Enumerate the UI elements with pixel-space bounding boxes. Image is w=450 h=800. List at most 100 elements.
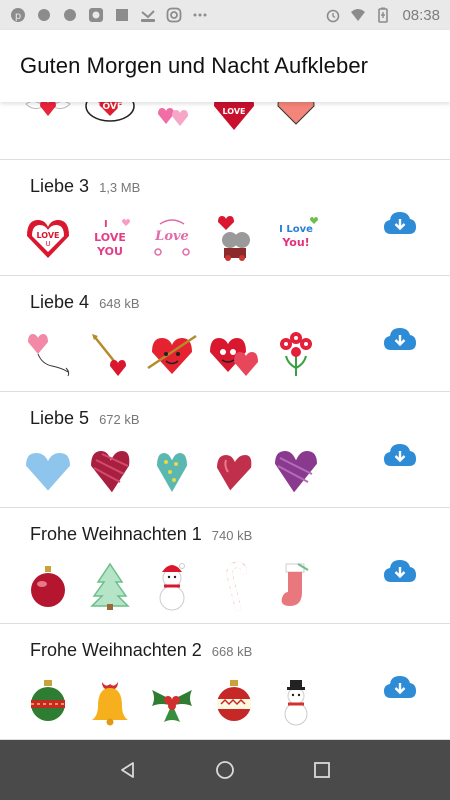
pinterest-icon: p bbox=[11, 8, 25, 22]
dotted-teal-heart-sticker bbox=[146, 444, 198, 496]
striped-heart-sticker bbox=[84, 444, 136, 496]
i-love-you-sticker: I LOVE YOU bbox=[84, 212, 136, 264]
pack-name: Liebe 5 bbox=[30, 408, 90, 428]
download-icon[interactable] bbox=[383, 442, 417, 468]
missed-call-icon bbox=[141, 10, 155, 22]
more-icon bbox=[193, 13, 207, 17]
app-bar: Guten Morgen und Nacht Aufkleber bbox=[0, 30, 450, 102]
dot-icon bbox=[64, 9, 76, 21]
svg-text:U: U bbox=[45, 240, 50, 248]
love-u-heart-sticker: LOVE U bbox=[22, 212, 74, 264]
red-ornament-sticker bbox=[208, 676, 260, 728]
stocking-sticker bbox=[270, 560, 322, 612]
svg-text:p: p bbox=[15, 11, 21, 22]
pack-header: Liebe 5 672 kB bbox=[30, 408, 140, 429]
pack-header: Frohe Weihnachten 1 740 kB bbox=[30, 524, 252, 545]
pack-size: 1,3 MB bbox=[99, 180, 141, 195]
winged-heart-sticker bbox=[22, 102, 74, 134]
sticker-preview-row bbox=[22, 444, 322, 496]
gallery-icon bbox=[89, 8, 103, 22]
notification-icons: p bbox=[10, 7, 208, 23]
instagram-icon bbox=[166, 7, 182, 23]
home-icon bbox=[216, 761, 234, 779]
battery-icon bbox=[378, 7, 389, 23]
svg-text:LOVE: LOVE bbox=[222, 107, 245, 116]
navigation-bar bbox=[0, 740, 450, 800]
pack-header: Liebe 4 648 kB bbox=[30, 292, 140, 313]
heart-arrow-sticker bbox=[146, 328, 198, 380]
download-icon[interactable] bbox=[383, 102, 417, 104]
sticker-pack-row[interactable]: Liebe 5 672 kB bbox=[0, 392, 450, 508]
pack-name: Frohe Weihnachten 1 bbox=[30, 524, 202, 544]
snowman-hat-sticker bbox=[270, 676, 322, 728]
christmas-tree-sticker bbox=[84, 560, 136, 612]
pink-heart-sticker bbox=[208, 444, 260, 496]
pink-heart-sticker bbox=[270, 102, 322, 134]
home-button[interactable] bbox=[210, 755, 240, 785]
pack-header: Frohe Weihnachten 2 668 kB bbox=[30, 640, 252, 661]
back-icon bbox=[121, 762, 135, 778]
svg-text:Love: Love bbox=[154, 229, 189, 244]
svg-text:LOVE: LOVE bbox=[36, 231, 59, 240]
sticker-pack-list[interactable]: LOVE LOVE LOVE Liebe 3 1,3 MB LOVEU ILOV… bbox=[0, 102, 450, 740]
download-icon[interactable] bbox=[383, 326, 417, 352]
holly-sticker bbox=[146, 676, 198, 728]
pack-header: Liebe 3 1,3 MB bbox=[30, 176, 140, 197]
sticker-preview-row bbox=[22, 560, 322, 612]
status-bar: p 08:38 bbox=[0, 0, 450, 30]
heart-balloon-sticker bbox=[22, 328, 74, 380]
smiling-hearts-sticker bbox=[208, 328, 260, 380]
red-flowers-sticker bbox=[270, 328, 322, 380]
bell-sticker bbox=[84, 676, 136, 728]
love-heart-couple-sticker: LOVE bbox=[208, 102, 260, 134]
sticker-pack-row[interactable]: Liebe 4 648 kB bbox=[0, 276, 450, 392]
green-ornament-sticker bbox=[22, 676, 74, 728]
recents-button[interactable] bbox=[307, 755, 337, 785]
download-icon[interactable] bbox=[383, 210, 417, 236]
ornament-sticker bbox=[22, 560, 74, 612]
sticker-preview-row bbox=[22, 676, 322, 728]
love-letters-sticker: LOVE bbox=[146, 102, 198, 134]
pack-size: 672 kB bbox=[99, 412, 140, 427]
download-icon[interactable] bbox=[383, 674, 417, 700]
svg-text:YOU: YOU bbox=[96, 245, 123, 258]
purple-heart-sticker bbox=[270, 444, 322, 496]
pack-name: Frohe Weihnachten 2 bbox=[30, 640, 202, 660]
back-button[interactable] bbox=[113, 755, 143, 785]
cupid-arrow-sticker bbox=[84, 328, 136, 380]
pack-name: Liebe 4 bbox=[30, 292, 90, 312]
wifi-icon bbox=[351, 9, 366, 21]
love-cloud-sticker: LOVE bbox=[84, 102, 136, 134]
candy-cane-sticker bbox=[208, 560, 260, 612]
sticker-pack-row[interactable]: LOVE LOVE LOVE bbox=[0, 102, 450, 160]
download-icon[interactable] bbox=[383, 558, 417, 584]
snowman-sticker bbox=[146, 560, 198, 612]
clock: 08:38 bbox=[402, 6, 440, 24]
svg-text:You!: You! bbox=[281, 236, 309, 249]
teddy-bears-sticker bbox=[208, 212, 260, 264]
alarm-icon bbox=[327, 9, 340, 23]
svg-text:I Love: I Love bbox=[279, 224, 313, 235]
pack-size: 668 kB bbox=[211, 644, 253, 659]
sticker-preview-row: LOVE U I LOVE YOU Love I Love You! bbox=[22, 212, 322, 264]
dot-icon bbox=[38, 9, 50, 21]
sticker-preview-row: LOVE LOVE LOVE bbox=[22, 102, 322, 134]
sticker-pack-row[interactable]: Frohe Weihnachten 1 740 kB bbox=[0, 508, 450, 624]
sticker-pack-row[interactable]: Liebe 3 1,3 MB LOVE U I LOVE YOU Love I Lov… bbox=[0, 160, 450, 276]
svg-text:LOVE: LOVE bbox=[156, 102, 188, 105]
pack-size: 740 kB bbox=[211, 528, 253, 543]
svg-text:LOVE: LOVE bbox=[97, 102, 123, 112]
i-love-you-colorful-sticker: I Love You! bbox=[270, 212, 322, 264]
square-icon bbox=[116, 9, 128, 21]
love-lettering-sticker: Love bbox=[146, 212, 198, 264]
app-title: Guten Morgen und Nacht Aufkleber bbox=[20, 53, 369, 78]
sticker-preview-row bbox=[22, 328, 322, 380]
sticker-pack-row[interactable]: Frohe Weihnachten 2 668 kB bbox=[0, 624, 450, 740]
pack-name: Liebe 3 bbox=[30, 176, 90, 196]
svg-text:I: I bbox=[104, 219, 108, 230]
system-icons: 08:38 bbox=[325, 7, 440, 24]
recents-icon bbox=[313, 762, 330, 778]
blue-heart-sticker bbox=[22, 444, 74, 496]
svg-text:LOVE: LOVE bbox=[94, 231, 126, 244]
pack-size: 648 kB bbox=[99, 296, 140, 311]
